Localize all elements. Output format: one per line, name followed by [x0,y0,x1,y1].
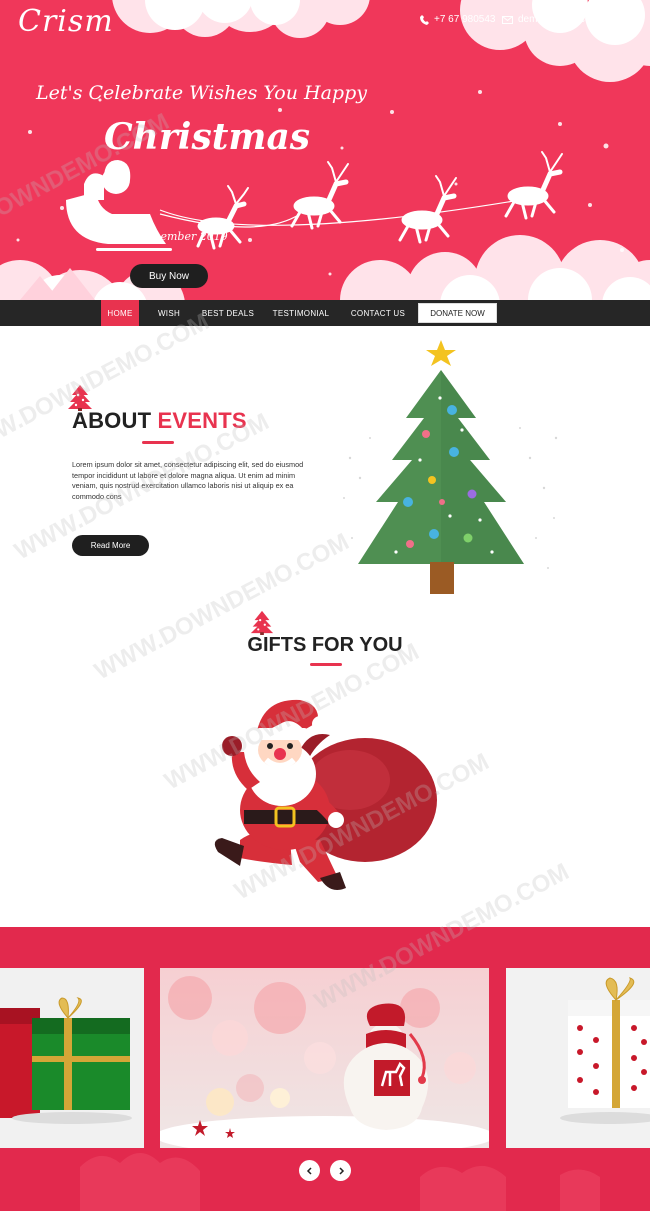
about-heading-part1: ABOUT [72,408,152,433]
arrow-right-icon [338,1166,344,1175]
gifts-heading: GIFTS FOR YOU [0,634,650,657]
gifts-underline [310,663,342,666]
buy-now-button[interactable]: Buy Now [130,264,208,288]
slide-star-gift-box[interactable] [506,968,650,1148]
slide-gift-boxes[interactable] [0,968,144,1148]
mini-tree-icon [68,385,92,411]
read-more-button[interactable]: Read More [72,535,149,556]
logo[interactable]: Crism [18,4,114,39]
santa-claus-illustration [214,699,437,891]
nav-item-home[interactable]: HOME [101,300,139,326]
sleigh-reindeer-illustration [66,151,563,251]
gifts-slider [0,927,650,1211]
email-icon [502,15,513,24]
donate-now-button[interactable]: DONATE NOW [418,303,497,323]
about-underline [142,441,174,444]
phone-icon [420,14,429,25]
nav-item-contact-us[interactable]: CONTACT US [346,300,410,326]
watermark-text: WWW.DOWNDEMO.COM [0,308,214,465]
about-heading: ABOUT EVENTS [72,408,247,434]
about-heading-part2: EVENTS [157,408,247,433]
contact-email[interactable]: demo@gmail.com [502,14,599,25]
nav-item-best-deals[interactable]: BEST DEALS [200,300,256,326]
slider-prev-button[interactable] [299,1160,320,1181]
slide-christmas-sack[interactable] [160,968,489,1148]
gifts-heading-part1: GIFTS [247,634,307,656]
phone-number: +7 67 980543 [434,14,496,25]
gifts-heading-part2: FOR YOU [311,634,403,656]
star-gift-box-image [506,968,650,1148]
arrow-left-icon [306,1166,312,1175]
nav-item-testimonial[interactable]: TESTIMONIAL [270,300,332,326]
main-nav: HOME WISH BEST DEALS TESTIMONIAL CONTACT… [0,300,650,326]
hero-title: Christmas [104,116,311,158]
about-text: Lorem ipsum dolor sit amet, consectetur … [72,460,304,501]
hero-date: ...ember 2019 [150,230,228,243]
nav-item-wish[interactable]: WISH [152,300,186,326]
hero-greeting: Let's Celebrate Wishes You Happy [36,82,367,104]
search-icon[interactable] [609,14,619,24]
christmas-tree-illustration [343,340,558,594]
contact-phone[interactable]: +7 67 980543 [420,14,495,25]
slider-next-button[interactable] [330,1160,351,1181]
christmas-sack-image [160,968,489,1148]
gift-boxes-image [0,968,144,1148]
mini-tree-icon [250,610,274,635]
hero-banner: Crism +7 67 980543 demo@gmail.com Let's … [0,0,650,300]
email-address: demo@gmail.com [518,14,599,25]
